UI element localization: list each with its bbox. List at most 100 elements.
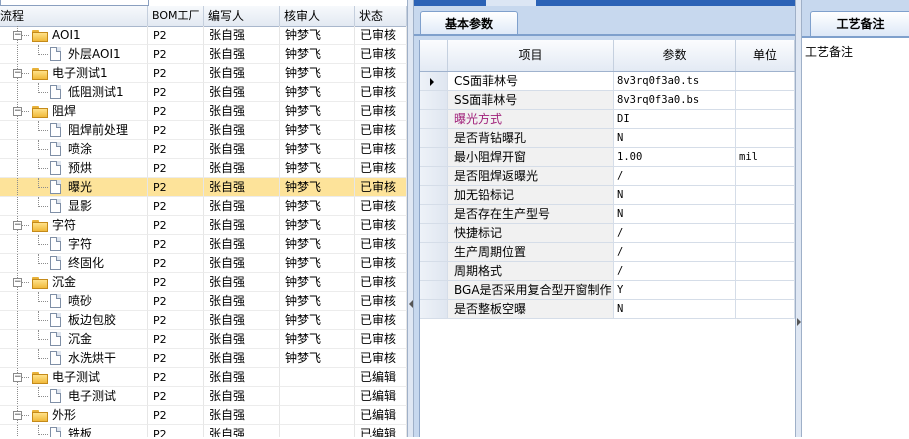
param-unit-cell[interactable] xyxy=(736,262,795,281)
collapse-toggle-icon[interactable]: − xyxy=(13,31,22,40)
bom-cell[interactable]: P2 xyxy=(148,64,204,83)
tree-node[interactable]: 曝光 xyxy=(0,178,148,197)
collapse-toggle-icon[interactable]: − xyxy=(13,278,22,287)
tree-node[interactable]: 喷涂 xyxy=(0,140,148,159)
param-unit-cell[interactable] xyxy=(736,72,795,91)
right-splitter[interactable] xyxy=(795,0,802,437)
param-unit-cell[interactable] xyxy=(736,243,795,262)
collapse-toggle-icon[interactable]: − xyxy=(13,69,22,78)
bom-cell[interactable]: P2 xyxy=(148,178,204,197)
param-row[interactable]: 最小阻焊开窗 1.00 mil xyxy=(420,148,795,167)
param-unit-cell[interactable] xyxy=(736,300,795,319)
checker-cell[interactable]: 钟梦飞 xyxy=(280,140,355,159)
writer-cell[interactable]: 张自强 xyxy=(204,273,280,292)
status-cell[interactable]: 已审核 xyxy=(355,330,407,349)
tree-node[interactable]: − 电子测试1 xyxy=(0,64,148,83)
tree-node[interactable]: 预烘 xyxy=(0,159,148,178)
tree-row[interactable]: − AOI1 P2 张自强 钟梦飞 已审核 xyxy=(0,26,407,45)
status-cell[interactable]: 已审核 xyxy=(355,121,407,140)
param-value-cell[interactable]: / xyxy=(614,224,736,243)
status-cell[interactable]: 已审核 xyxy=(355,254,407,273)
tree-row[interactable]: 沉金 P2 张自强 钟梦飞 已审核 xyxy=(0,330,407,349)
tree-row[interactable]: 曝光 P2 张自强 钟梦飞 已审核 xyxy=(0,178,407,197)
writer-cell[interactable]: 张自强 xyxy=(204,406,280,425)
bom-cell[interactable]: P2 xyxy=(148,311,204,330)
col-header-item[interactable]: 项目 xyxy=(448,40,614,71)
checker-cell[interactable]: 钟梦飞 xyxy=(280,159,355,178)
status-cell[interactable]: 已审核 xyxy=(355,216,407,235)
tree-node[interactable]: 电子测试 xyxy=(0,387,148,406)
writer-cell[interactable]: 张自强 xyxy=(204,425,280,437)
checker-cell[interactable]: 钟梦飞 xyxy=(280,254,355,273)
collapse-toggle-icon[interactable]: − xyxy=(13,373,22,382)
col-header-bom[interactable]: BOM工厂 xyxy=(148,6,204,26)
tree-row[interactable]: − 字符 P2 张自强 钟梦飞 已审核 xyxy=(0,216,407,235)
bom-cell[interactable]: P2 xyxy=(148,102,204,121)
status-cell[interactable]: 已审核 xyxy=(355,349,407,368)
checker-cell[interactable]: 钟梦飞 xyxy=(280,216,355,235)
collapse-left-icon[interactable] xyxy=(409,300,413,308)
tree-row[interactable]: − 沉金 P2 张自强 钟梦飞 已审核 xyxy=(0,273,407,292)
row-indicator[interactable] xyxy=(420,91,448,110)
tree-row[interactable]: 电子测试 P2 张自强 已编辑 xyxy=(0,387,407,406)
bom-cell[interactable]: P2 xyxy=(148,254,204,273)
checker-cell[interactable]: 钟梦飞 xyxy=(280,45,355,64)
tree-row[interactable]: − 电子测试1 P2 张自强 钟梦飞 已审核 xyxy=(0,64,407,83)
param-unit-cell[interactable]: mil xyxy=(736,148,795,167)
param-unit-cell[interactable] xyxy=(736,129,795,148)
param-unit-cell[interactable] xyxy=(736,186,795,205)
param-value-cell[interactable]: / xyxy=(614,243,736,262)
row-indicator[interactable] xyxy=(420,243,448,262)
tree-row[interactable]: 低阻测试1 P2 张自强 钟梦飞 已审核 xyxy=(0,83,407,102)
param-unit-cell[interactable] xyxy=(736,91,795,110)
param-row[interactable]: 是否存在生产型号 N xyxy=(420,205,795,224)
status-cell[interactable]: 已审核 xyxy=(355,178,407,197)
tree-row[interactable]: 板边包胶 P2 张自强 钟梦飞 已审核 xyxy=(0,311,407,330)
param-row[interactable]: 是否阻焊返曝光 / xyxy=(420,167,795,186)
tree-node[interactable]: 喷砂 xyxy=(0,292,148,311)
writer-cell[interactable]: 张自强 xyxy=(204,64,280,83)
row-indicator[interactable] xyxy=(420,262,448,281)
tree-row[interactable]: 喷涂 P2 张自强 钟梦飞 已审核 xyxy=(0,140,407,159)
writer-cell[interactable]: 张自强 xyxy=(204,235,280,254)
status-cell[interactable]: 已审核 xyxy=(355,102,407,121)
param-row[interactable]: 曝光方式 DI xyxy=(420,110,795,129)
param-unit-cell[interactable] xyxy=(736,205,795,224)
writer-cell[interactable]: 张自强 xyxy=(204,368,280,387)
tab-process-remark[interactable]: 工艺备注 xyxy=(810,11,909,36)
checker-cell[interactable]: 钟梦飞 xyxy=(280,26,355,45)
status-cell[interactable]: 已审核 xyxy=(355,64,407,83)
tab-basic-params[interactable]: 基本参数 xyxy=(420,11,518,36)
row-indicator[interactable] xyxy=(420,186,448,205)
param-row[interactable]: 生产周期位置 / xyxy=(420,243,795,262)
param-value-cell[interactable]: N xyxy=(614,300,736,319)
checker-cell[interactable]: 钟梦飞 xyxy=(280,273,355,292)
status-cell[interactable]: 已审核 xyxy=(355,45,407,64)
tree-row[interactable]: 阻焊前处理 P2 张自强 钟梦飞 已审核 xyxy=(0,121,407,140)
tree-node[interactable]: − 沉金 xyxy=(0,273,148,292)
status-cell[interactable]: 已编辑 xyxy=(355,387,407,406)
tree-row[interactable]: 铣板 P2 张自强 已编辑 xyxy=(0,425,407,437)
tree-row[interactable]: 喷砂 P2 张自强 钟梦飞 已审核 xyxy=(0,292,407,311)
param-row[interactable]: CS面菲林号 8v3rq0f3a0.ts xyxy=(420,72,795,91)
status-cell[interactable]: 已审核 xyxy=(355,273,407,292)
checker-cell[interactable] xyxy=(280,387,355,406)
status-cell[interactable]: 已编辑 xyxy=(355,406,407,425)
status-cell[interactable]: 已审核 xyxy=(355,311,407,330)
checker-cell[interactable]: 钟梦飞 xyxy=(280,292,355,311)
checker-cell[interactable] xyxy=(280,425,355,437)
tree-node[interactable]: 板边包胶 xyxy=(0,311,148,330)
bom-cell[interactable]: P2 xyxy=(148,425,204,437)
tree-row[interactable]: − 外形 P2 张自强 已编辑 xyxy=(0,406,407,425)
status-cell[interactable]: 已审核 xyxy=(355,197,407,216)
bom-cell[interactable]: P2 xyxy=(148,121,204,140)
col-header-writer[interactable]: 编写人 xyxy=(204,6,280,26)
param-row[interactable]: 是否整板空曝 N xyxy=(420,300,795,319)
checker-cell[interactable]: 钟梦飞 xyxy=(280,235,355,254)
col-header-status[interactable]: 状态 xyxy=(355,6,407,26)
writer-cell[interactable]: 张自强 xyxy=(204,45,280,64)
row-indicator[interactable] xyxy=(420,110,448,129)
tree-row[interactable]: 水洗烘干 P2 张自强 钟梦飞 已审核 xyxy=(0,349,407,368)
tree-row[interactable]: 显影 P2 张自强 钟梦飞 已审核 xyxy=(0,197,407,216)
status-cell[interactable]: 已审核 xyxy=(355,292,407,311)
